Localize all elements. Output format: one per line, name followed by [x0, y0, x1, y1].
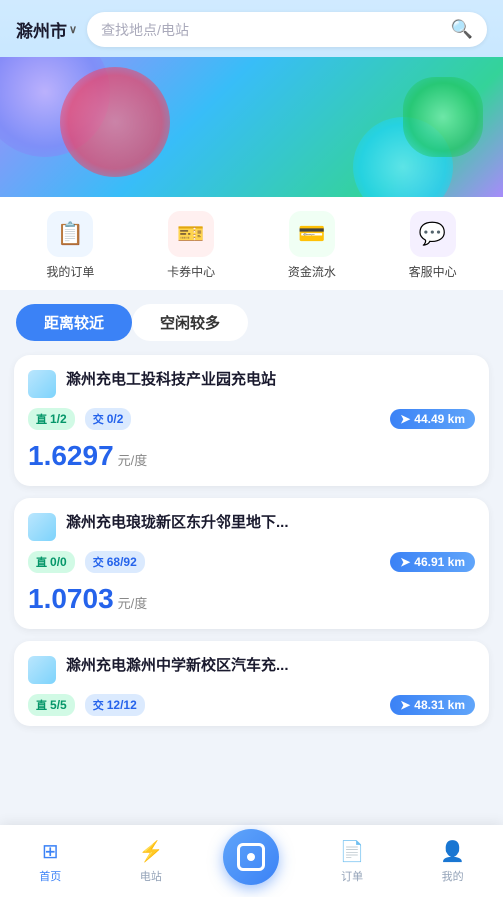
- bottom-nav: ⊞ 首页 ⚡ 电站 📄 订单 👤 我的: [0, 825, 503, 897]
- quick-action-service[interactable]: 💬 客服中心: [409, 211, 457, 280]
- coupon-label: 卡券中心: [167, 263, 215, 280]
- scan-button[interactable]: [223, 829, 279, 885]
- ac-label-3: 交: [93, 697, 104, 713]
- search-placeholder: 查找地点/电站: [101, 20, 443, 40]
- station-info-row-1: 直 1/2 交 0/2 ➤ 44.49 km: [28, 408, 475, 430]
- distance-badge-3: ➤ 48.31 km: [390, 695, 475, 715]
- quick-action-funds[interactable]: 💳 资金流水: [288, 211, 336, 280]
- banner-blob-4: [403, 77, 483, 157]
- dc-badge-2: 直 0/0: [28, 551, 75, 573]
- ac-count-2: 68/92: [107, 555, 137, 569]
- dc-badge-1: 直 1/2: [28, 408, 75, 430]
- station-info-row-2: 直 0/0 交 68/92 ➤ 46.91 km: [28, 551, 475, 573]
- quick-action-coupon[interactable]: 🎫 卡券中心: [167, 211, 215, 280]
- station-header-1: 滁州充电工投科技产业园充电站: [28, 369, 475, 398]
- nav-item-mine[interactable]: 👤 我的: [402, 839, 503, 884]
- orders-label: 我的订单: [46, 263, 94, 280]
- dc-count-3: 5/5: [50, 698, 67, 712]
- station-card-1[interactable]: 滁州充电工投科技产业园充电站 直 1/2 交 0/2 ➤ 44.49 km 1.…: [14, 355, 489, 486]
- banner-blob-2: [60, 67, 170, 177]
- filter-tabs: 距离较近 空闲较多: [0, 290, 503, 351]
- ac-label-1: 交: [93, 411, 104, 427]
- funds-label: 资金流水: [288, 263, 336, 280]
- distance-value-1: 44.49 km: [414, 412, 465, 426]
- location-icon-2: ➤: [400, 555, 410, 569]
- nav-item-station[interactable]: ⚡ 电站: [101, 839, 202, 884]
- station-dot-1: [28, 370, 56, 398]
- quick-actions: 📋 我的订单 🎫 卡券中心 💳 资金流水 💬 客服中心: [0, 197, 503, 290]
- station-header-3: 滁州充电滁州中学新校区汽车充...: [28, 655, 475, 684]
- dc-count-2: 0/0: [50, 555, 67, 569]
- price-unit-1: 元/度: [118, 450, 148, 469]
- dc-badge-3: 直 5/5: [28, 694, 75, 716]
- ac-count-3: 12/12: [107, 698, 137, 712]
- search-icon[interactable]: 🔍: [451, 19, 473, 40]
- funds-icon: 💳: [289, 211, 335, 257]
- dc-count-1: 1/2: [50, 412, 67, 426]
- station-card-2[interactable]: 滁州充电琅珑新区东升邻里地下... 直 0/0 交 68/92 ➤ 46.91 …: [14, 498, 489, 629]
- service-icon: 💬: [410, 211, 456, 257]
- location-icon-3: ➤: [400, 698, 410, 712]
- filter-tab-idle[interactable]: 空闲较多: [132, 304, 248, 341]
- station-dot-3: [28, 656, 56, 684]
- station-dot-2: [28, 513, 56, 541]
- header: 滁州市 ∨ 查找地点/电站 🔍: [0, 0, 503, 57]
- price-row-2: 1.0703 元/度: [28, 583, 475, 615]
- station-name-3: 滁州充电滁州中学新校区汽车充...: [66, 655, 475, 676]
- home-icon: ⊞: [42, 839, 59, 864]
- ac-count-1: 0/2: [107, 412, 124, 426]
- ac-label-2: 交: [93, 554, 104, 570]
- station-info-row-3: 直 5/5 交 12/12 ➤ 48.31 km: [28, 694, 475, 716]
- quick-action-orders[interactable]: 📋 我的订单: [46, 211, 94, 280]
- station-card-3[interactable]: 滁州充电滁州中学新校区汽车充... 直 5/5 交 12/12 ➤ 48.31 …: [14, 641, 489, 726]
- dc-label-2: 直: [36, 554, 47, 570]
- scan-dot: [247, 853, 255, 861]
- station-name-1: 滁州充电工投科技产业园充电站: [66, 369, 475, 390]
- price-row-1: 1.6297 元/度: [28, 440, 475, 472]
- price-value-1: 1.6297: [28, 440, 114, 472]
- nav-center: [201, 829, 302, 893]
- nav-label-order: 订单: [341, 868, 363, 884]
- service-label: 客服中心: [409, 263, 457, 280]
- distance-value-3: 48.31 km: [414, 698, 465, 712]
- ac-badge-2: 交 68/92: [85, 551, 145, 573]
- nav-item-order[interactable]: 📄 订单: [302, 839, 403, 884]
- city-name: 滁州市: [16, 17, 67, 42]
- scan-icon: [237, 843, 265, 871]
- orders-icon: 📋: [47, 211, 93, 257]
- banner: [0, 57, 503, 197]
- city-selector[interactable]: 滁州市 ∨: [16, 17, 77, 42]
- nav-label-home: 首页: [39, 868, 61, 884]
- nav-item-home[interactable]: ⊞ 首页: [0, 839, 101, 884]
- distance-badge-1: ➤ 44.49 km: [390, 409, 475, 429]
- search-bar[interactable]: 查找地点/电站 🔍: [87, 12, 487, 47]
- nav-label-mine: 我的: [442, 868, 464, 884]
- mine-icon: 👤: [440, 839, 465, 864]
- distance-value-2: 46.91 km: [414, 555, 465, 569]
- dc-label-1: 直: [36, 411, 47, 427]
- price-unit-2: 元/度: [118, 593, 148, 612]
- distance-badge-2: ➤ 46.91 km: [390, 552, 475, 572]
- order-icon: 📄: [340, 839, 365, 864]
- city-chevron-icon: ∨: [69, 23, 77, 36]
- price-value-2: 1.0703: [28, 583, 114, 615]
- nav-label-station: 电站: [140, 868, 162, 884]
- location-icon-1: ➤: [400, 412, 410, 426]
- ac-badge-1: 交 0/2: [85, 408, 132, 430]
- station-header-2: 滁州充电琅珑新区东升邻里地下...: [28, 512, 475, 541]
- dc-label-3: 直: [36, 697, 47, 713]
- stations-list: 滁州充电工投科技产业园充电站 直 1/2 交 0/2 ➤ 44.49 km 1.…: [0, 351, 503, 806]
- coupon-icon: 🎫: [168, 211, 214, 257]
- filter-tab-distance[interactable]: 距离较近: [16, 304, 132, 341]
- station-icon: ⚡: [138, 839, 163, 864]
- ac-badge-3: 交 12/12: [85, 694, 145, 716]
- station-name-2: 滁州充电琅珑新区东升邻里地下...: [66, 512, 475, 533]
